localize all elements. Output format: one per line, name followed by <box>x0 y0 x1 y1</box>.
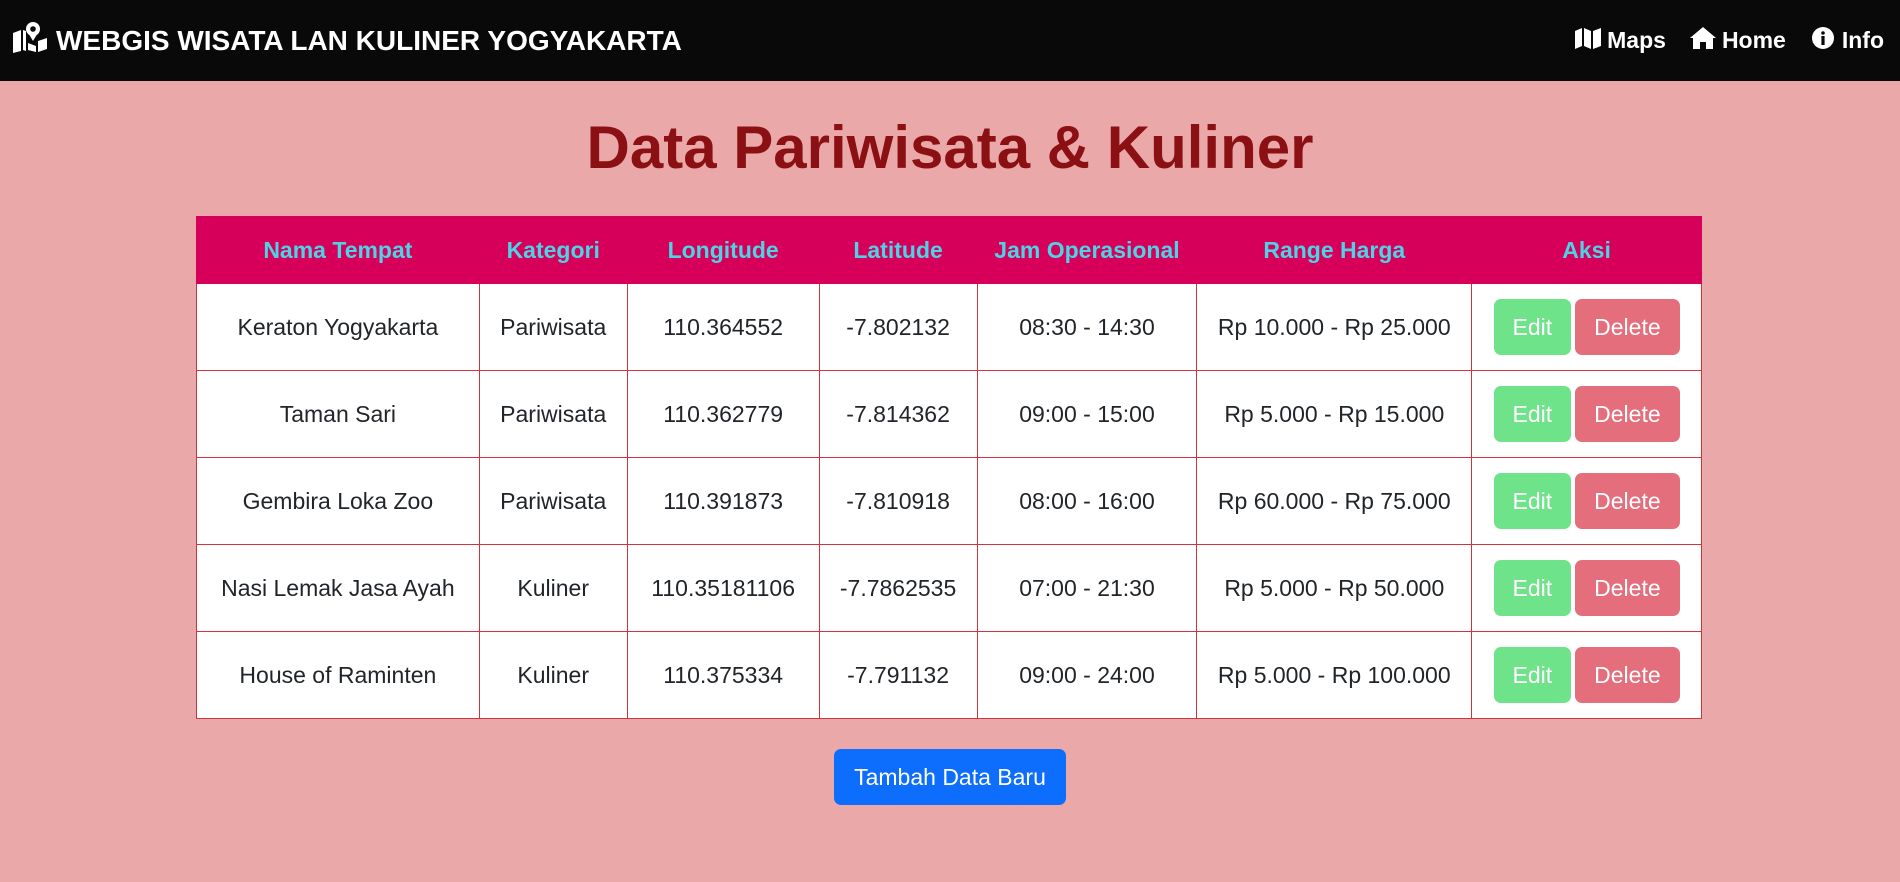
cell-latitude: -7.810918 <box>818 457 978 545</box>
cell-range-harga: Rp 10.000 - Rp 25.000 <box>1196 283 1473 371</box>
cell-longitude: 110.391873 <box>626 457 820 545</box>
delete-button[interactable]: Delete <box>1575 647 1680 703</box>
column-header-longitude[interactable]: Longitude <box>626 216 820 284</box>
navbar-brand[interactable]: WEBGIS WISATA LAN KULINER YOGYAKARTA <box>12 21 682 60</box>
edit-button[interactable]: Edit <box>1493 473 1572 529</box>
edit-button[interactable]: Edit <box>1493 560 1572 616</box>
cell-aksi: Edit Delete <box>1471 457 1702 545</box>
delete-button[interactable]: Delete <box>1575 386 1680 442</box>
cell-aksi: Edit Delete <box>1471 631 1702 719</box>
edit-button[interactable]: Edit <box>1493 299 1572 355</box>
nav-link-info[interactable]: Info <box>1810 26 1884 56</box>
data-table: Nama Tempat Kategori Longitude Latitude … <box>196 216 1702 719</box>
delete-button[interactable]: Delete <box>1575 299 1680 355</box>
cell-kategori: Pariwisata <box>478 370 628 458</box>
map-icon <box>1575 26 1602 56</box>
cell-kategori: Pariwisata <box>478 283 628 371</box>
cell-kategori: Pariwisata <box>478 457 628 545</box>
edit-button[interactable]: Edit <box>1493 386 1572 442</box>
cell-aksi: Edit Delete <box>1471 283 1702 371</box>
cell-jam-operasional: 07:00 - 21:30 <box>976 544 1198 632</box>
cell-latitude: -7.7862535 <box>818 544 978 632</box>
add-button-container: Tambah Data Baru <box>0 749 1900 805</box>
cell-jam-operasional: 09:00 - 15:00 <box>976 370 1198 458</box>
cell-nama-tempat: Gembira Loka Zoo <box>196 457 480 545</box>
delete-button[interactable]: Delete <box>1575 560 1680 616</box>
cell-kategori: Kuliner <box>478 631 628 719</box>
table-row: Nasi Lemak Jasa Ayah Kuliner 110.3518110… <box>196 544 1702 632</box>
cell-range-harga: Rp 60.000 - Rp 75.000 <box>1196 457 1473 545</box>
cell-latitude: -7.814362 <box>818 370 978 458</box>
nav-link-home[interactable]: Home <box>1689 26 1786 56</box>
column-header-nama-tempat[interactable]: Nama Tempat <box>196 216 480 284</box>
cell-kategori: Kuliner <box>478 544 628 632</box>
home-icon <box>1689 26 1716 56</box>
column-header-aksi: Aksi <box>1471 216 1702 284</box>
cell-nama-tempat: Taman Sari <box>196 370 480 458</box>
delete-button[interactable]: Delete <box>1575 473 1680 529</box>
column-header-kategori[interactable]: Kategori <box>478 216 628 284</box>
cell-nama-tempat: House of Raminten <box>196 631 480 719</box>
navbar: WEBGIS WISATA LAN KULINER YOGYAKARTA Map… <box>0 0 1900 81</box>
table-row: House of Raminten Kuliner 110.375334 -7.… <box>196 631 1702 719</box>
cell-longitude: 110.375334 <box>626 631 820 719</box>
cell-latitude: -7.802132 <box>818 283 978 371</box>
edit-button[interactable]: Edit <box>1493 647 1572 703</box>
navbar-links: Maps Home Info <box>1575 26 1884 56</box>
nav-link-label: Home <box>1721 27 1786 53</box>
nav-link-label: Maps <box>1607 27 1666 53</box>
cell-longitude: 110.364552 <box>626 283 820 371</box>
info-icon <box>1810 26 1836 56</box>
add-new-data-button[interactable]: Tambah Data Baru <box>834 749 1066 805</box>
cell-longitude: 110.35181106 <box>626 544 820 632</box>
column-header-latitude[interactable]: Latitude <box>818 216 978 284</box>
map-location-icon <box>12 21 48 60</box>
cell-jam-operasional: 09:00 - 24:00 <box>976 631 1198 719</box>
column-header-jam-operasional[interactable]: Jam Operasional <box>976 216 1198 284</box>
cell-nama-tempat: Keraton Yogyakarta <box>196 283 480 371</box>
table-row: Taman Sari Pariwisata 110.362779 -7.8143… <box>196 370 1702 458</box>
brand-title: WEBGIS WISATA LAN KULINER YOGYAKARTA <box>56 24 682 56</box>
cell-jam-operasional: 08:00 - 16:00 <box>976 457 1198 545</box>
column-header-range-harga[interactable]: Range Harga <box>1196 216 1473 284</box>
table-row: Keraton Yogyakarta Pariwisata 110.364552… <box>196 283 1702 371</box>
nav-link-label: Info <box>1841 27 1884 53</box>
cell-longitude: 110.362779 <box>626 370 820 458</box>
cell-jam-operasional: 08:30 - 14:30 <box>976 283 1198 371</box>
table-row: Gembira Loka Zoo Pariwisata 110.391873 -… <box>196 457 1702 545</box>
cell-range-harga: Rp 5.000 - Rp 100.000 <box>1196 631 1473 719</box>
cell-aksi: Edit Delete <box>1471 544 1702 632</box>
cell-aksi: Edit Delete <box>1471 370 1702 458</box>
cell-nama-tempat: Nasi Lemak Jasa Ayah <box>196 544 480 632</box>
cell-range-harga: Rp 5.000 - Rp 50.000 <box>1196 544 1473 632</box>
nav-link-maps[interactable]: Maps <box>1575 26 1666 56</box>
cell-range-harga: Rp 5.000 - Rp 15.000 <box>1196 370 1473 458</box>
table-header-row: Nama Tempat Kategori Longitude Latitude … <box>196 216 1702 284</box>
page-title: Data Pariwisata & Kuliner <box>586 114 1314 181</box>
cell-latitude: -7.791132 <box>818 631 978 719</box>
